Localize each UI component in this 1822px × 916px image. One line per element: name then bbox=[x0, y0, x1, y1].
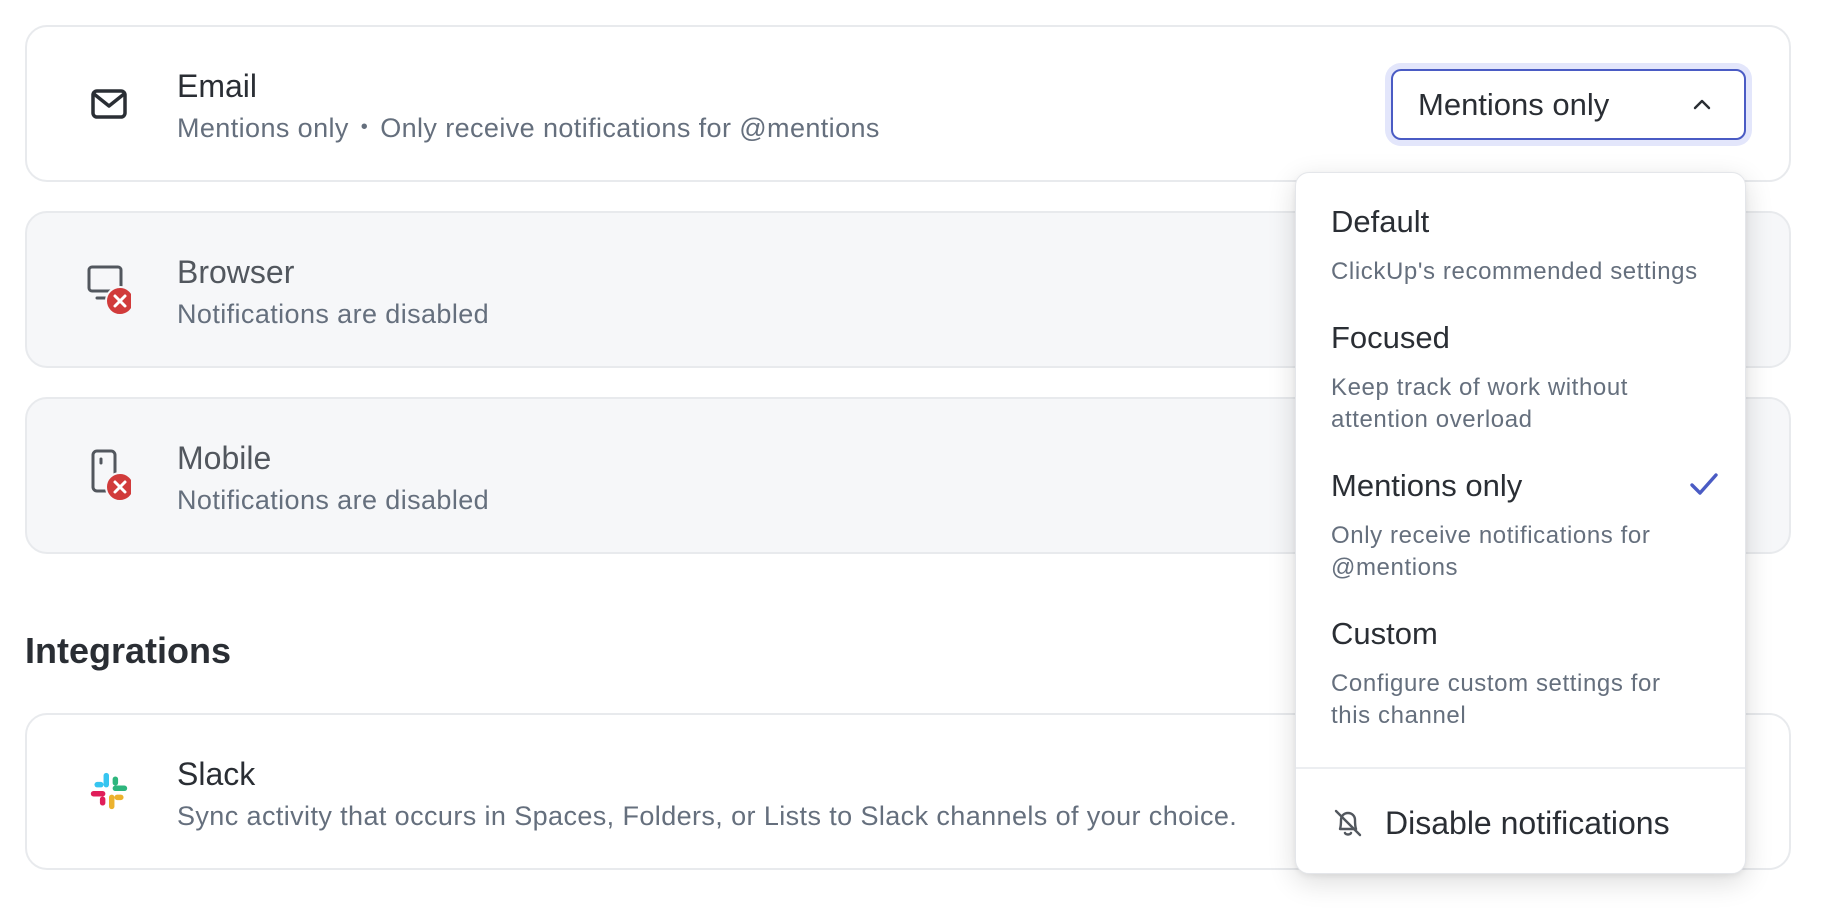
menu-divider bbox=[1296, 767, 1745, 769]
bell-off-icon bbox=[1334, 809, 1362, 837]
email-mode: Mentions only bbox=[177, 113, 349, 143]
slack-icon bbox=[90, 772, 128, 810]
menu-option-mentions-only[interactable]: Mentions only Only receive notifications… bbox=[1331, 467, 1721, 584]
option-description: Only receive notifications for @mentions bbox=[1331, 520, 1721, 584]
email-mode-select[interactable]: Mentions only bbox=[1391, 69, 1746, 140]
email-mode-desc: Only receive notifications for @mentions bbox=[380, 113, 880, 143]
disable-notifications-label: Disable notifications bbox=[1385, 804, 1670, 841]
separator-dot: • bbox=[360, 116, 369, 138]
disable-notifications-button[interactable]: Disable notifications bbox=[1331, 793, 1721, 853]
option-description: Configure custom settings for this chann… bbox=[1331, 668, 1721, 732]
check-icon bbox=[1690, 473, 1718, 495]
option-description-line: Configure custom settings for bbox=[1331, 670, 1661, 698]
monitor-disabled-icon bbox=[87, 265, 131, 315]
option-label: Mentions only bbox=[1331, 468, 1523, 503]
integrations-heading: Integrations bbox=[25, 630, 232, 671]
chevron-up-icon bbox=[1693, 99, 1711, 110]
email-subtitle: Mentions only • Only receive notifications… bbox=[177, 112, 880, 144]
phone-disabled-icon bbox=[91, 449, 131, 501]
option-label: Focused bbox=[1331, 320, 1450, 355]
mail-icon bbox=[91, 89, 127, 119]
menu-option-default[interactable]: Default ClickUp's recommended settings bbox=[1331, 203, 1721, 288]
option-description-line: @mentions bbox=[1331, 554, 1459, 582]
option-description: ClickUp's recommended settings bbox=[1331, 258, 1698, 286]
browser-title: Browser bbox=[177, 254, 295, 290]
notification-mode-menu: Default ClickUp's recommended settings F… bbox=[1295, 172, 1746, 874]
option-description-line: Only receive notifications for bbox=[1331, 522, 1651, 550]
option-description-line: attention overload bbox=[1331, 406, 1533, 434]
mobile-subtitle: Notifications are disabled bbox=[177, 485, 490, 515]
menu-option-custom[interactable]: Custom Configure custom settings for thi… bbox=[1331, 615, 1721, 732]
option-description-line: this channel bbox=[1331, 702, 1467, 730]
mobile-title: Mobile bbox=[177, 440, 272, 476]
option-label: Custom bbox=[1331, 616, 1438, 651]
menu-option-focused[interactable]: Focused Keep track of work without atten… bbox=[1331, 319, 1721, 436]
email-title: Email bbox=[177, 68, 258, 104]
option-description: Keep track of work without attention ove… bbox=[1331, 372, 1721, 436]
slack-title: Slack bbox=[177, 756, 256, 792]
slack-subtitle: Sync activity that occurs in Spaces, Fol… bbox=[177, 801, 1238, 831]
option-description-line: Keep track of work without bbox=[1331, 374, 1629, 402]
email-mode-select-value: Mentions only bbox=[1418, 86, 1610, 122]
browser-subtitle: Notifications are disabled bbox=[177, 299, 490, 329]
option-label: Default bbox=[1331, 204, 1430, 239]
